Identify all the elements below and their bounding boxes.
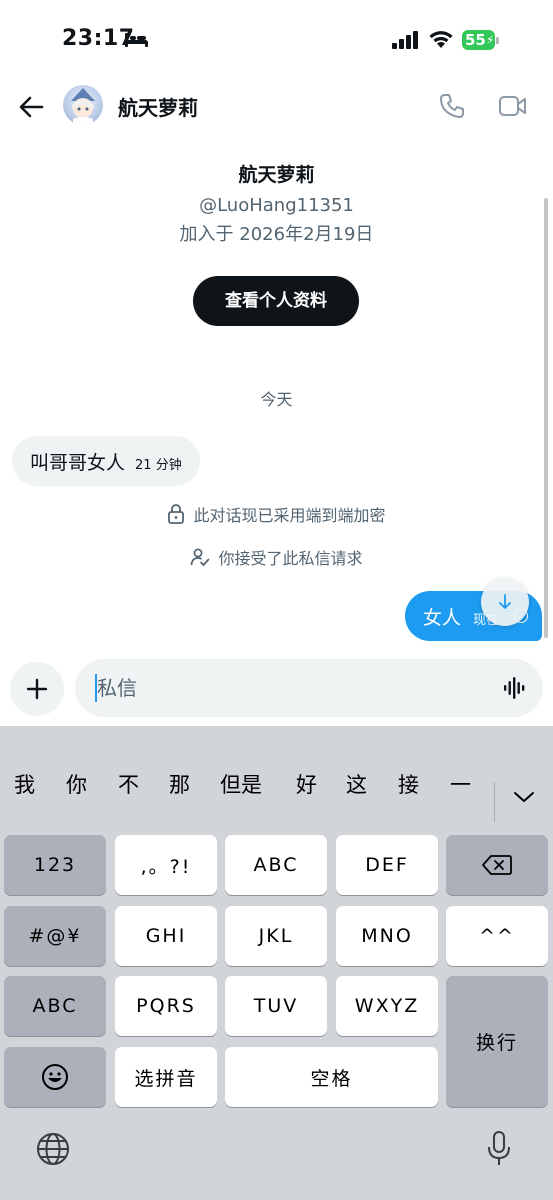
incoming-message-time: 21 分钟 <box>135 457 182 473</box>
backspace-icon <box>482 855 512 875</box>
scrollbar[interactable] <box>544 198 548 638</box>
pqrs-key[interactable]: PQRS <box>115 976 217 1036</box>
candidate-word[interactable]: 我 <box>14 769 35 799</box>
abc-key[interactable]: ABC <box>225 835 327 895</box>
candidate-word[interactable]: 好 <box>296 769 317 799</box>
status-bar: 23:17 55 ⚡ <box>0 0 553 80</box>
profile-summary: 航天萝莉 @LuoHang11351 加入于 2026年2月19日 查看个人资料 <box>0 160 553 326</box>
wxyz-key[interactable]: WXYZ <box>336 976 438 1036</box>
candidate-word[interactable]: 但是 <box>220 769 262 799</box>
accepted-request-notice-text: 你接受了此私信请求 <box>218 549 363 568</box>
candidate-divider <box>494 782 495 822</box>
abc-switch-key[interactable]: ABC <box>4 976 106 1036</box>
person-check-icon <box>191 548 210 567</box>
delete-key[interactable] <box>446 835 548 895</box>
encryption-notice-text: 此对话现已采用端到端加密 <box>193 506 386 525</box>
emoticon-key[interactable]: ^^ <box>446 906 548 966</box>
candidate-word[interactable]: 那 <box>169 769 190 799</box>
candidate-word[interactable]: 接 <box>398 769 419 799</box>
profile-joined-date: 加入于 2026年2月19日 <box>179 224 374 245</box>
cellular-signal-icon <box>392 31 418 49</box>
incoming-message[interactable]: 叫哥哥女人 21 分钟 <box>12 436 200 486</box>
emoji-key[interactable] <box>4 1047 106 1107</box>
symbols-key[interactable]: #@¥ <box>4 906 106 966</box>
encryption-notice: 此对话现已采用端到端加密 <box>0 502 553 526</box>
battery-level: 55 <box>465 31 486 49</box>
sleep-focus-icon <box>125 33 148 47</box>
punctuation-key[interactable]: ,。?! <box>115 835 217 895</box>
add-attachment-button[interactable] <box>10 662 64 716</box>
profile-handle: @LuoHang11351 <box>199 195 354 216</box>
candidate-word[interactable]: 不 <box>118 769 139 799</box>
profile-name: 航天萝莉 <box>238 164 315 186</box>
jkl-key[interactable]: JKL <box>225 906 327 966</box>
select-pinyin-key[interactable]: 选拼音 <box>115 1047 217 1107</box>
accepted-request-notice: 你接受了此私信请求 <box>0 545 553 569</box>
candidate-bar: 我 你 不 那 但是 好 这 接 一 <box>0 726 553 822</box>
date-divider: 今天 <box>260 390 293 409</box>
incoming-message-text: 叫哥哥女人 <box>30 451 126 474</box>
mno-key[interactable]: MNO <box>336 906 438 966</box>
numbers-key[interactable]: 123 <box>4 835 106 895</box>
microphone-icon[interactable] <box>486 1130 512 1168</box>
wifi-icon <box>429 31 453 48</box>
keyboard: 我 你 不 那 但是 好 这 接 一 123 ,。?! ABC DEF #@¥ … <box>0 726 553 1200</box>
message-input[interactable] <box>97 673 477 703</box>
return-key[interactable]: 换行 <box>446 976 548 1107</box>
view-profile-button[interactable]: 查看个人资料 <box>193 276 359 326</box>
candidate-word[interactable]: 这 <box>346 769 367 799</box>
video-camera-icon[interactable] <box>498 94 528 118</box>
chat-header: 航天萝莉 <box>0 80 553 132</box>
plus-icon <box>26 678 48 700</box>
chevron-down-icon[interactable] <box>513 790 535 804</box>
battery-indicator: 55 ⚡ <box>462 30 499 52</box>
charging-bolt-icon: ⚡ <box>486 33 495 47</box>
waveform-icon[interactable] <box>503 675 527 701</box>
arrow-down-icon <box>499 594 511 609</box>
lock-icon <box>168 504 185 524</box>
message-field[interactable] <box>75 659 543 717</box>
globe-icon[interactable] <box>36 1132 70 1166</box>
scroll-to-bottom-button[interactable] <box>481 578 529 626</box>
avatar[interactable] <box>63 85 103 125</box>
outgoing-message-text: 女人 <box>423 606 462 629</box>
emoji-icon <box>42 1064 68 1090</box>
phone-icon[interactable] <box>438 92 466 120</box>
def-key[interactable]: DEF <box>336 835 438 895</box>
back-arrow-icon[interactable] <box>16 92 46 122</box>
composer <box>0 656 553 726</box>
candidate-word[interactable]: 你 <box>66 769 87 799</box>
candidate-word[interactable]: 一 <box>450 769 471 799</box>
ghi-key[interactable]: GHI <box>115 906 217 966</box>
tuv-key[interactable]: TUV <box>225 976 327 1036</box>
header-title[interactable]: 航天萝莉 <box>118 92 198 121</box>
space-key[interactable]: 空格 <box>225 1047 438 1107</box>
